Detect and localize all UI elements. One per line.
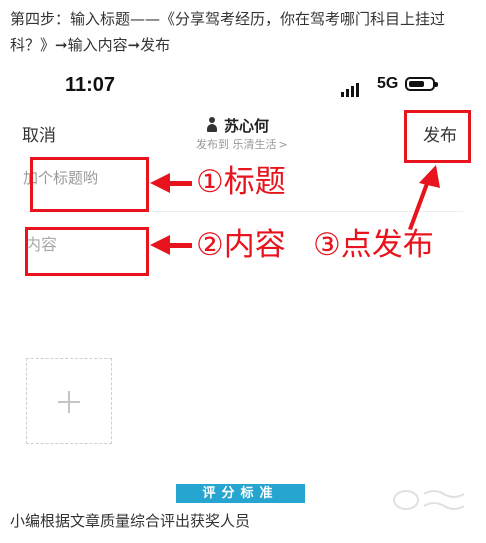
footer-caption: 小编根据文章质量综合评出获奖人员 (10, 512, 251, 530)
scoring-banner: 评分标准 (176, 484, 305, 503)
arrow-to-publish-head (419, 165, 440, 188)
step1-label: ①标题 (196, 164, 286, 200)
annotation-arrows (150, 165, 440, 255)
step2-label: ②内容 (196, 227, 286, 263)
step3-label: ③点发布 (313, 227, 434, 263)
watermark-logo (393, 490, 465, 510)
arrow-to-content-head (150, 235, 170, 255)
arrow-to-title-head (150, 173, 170, 193)
